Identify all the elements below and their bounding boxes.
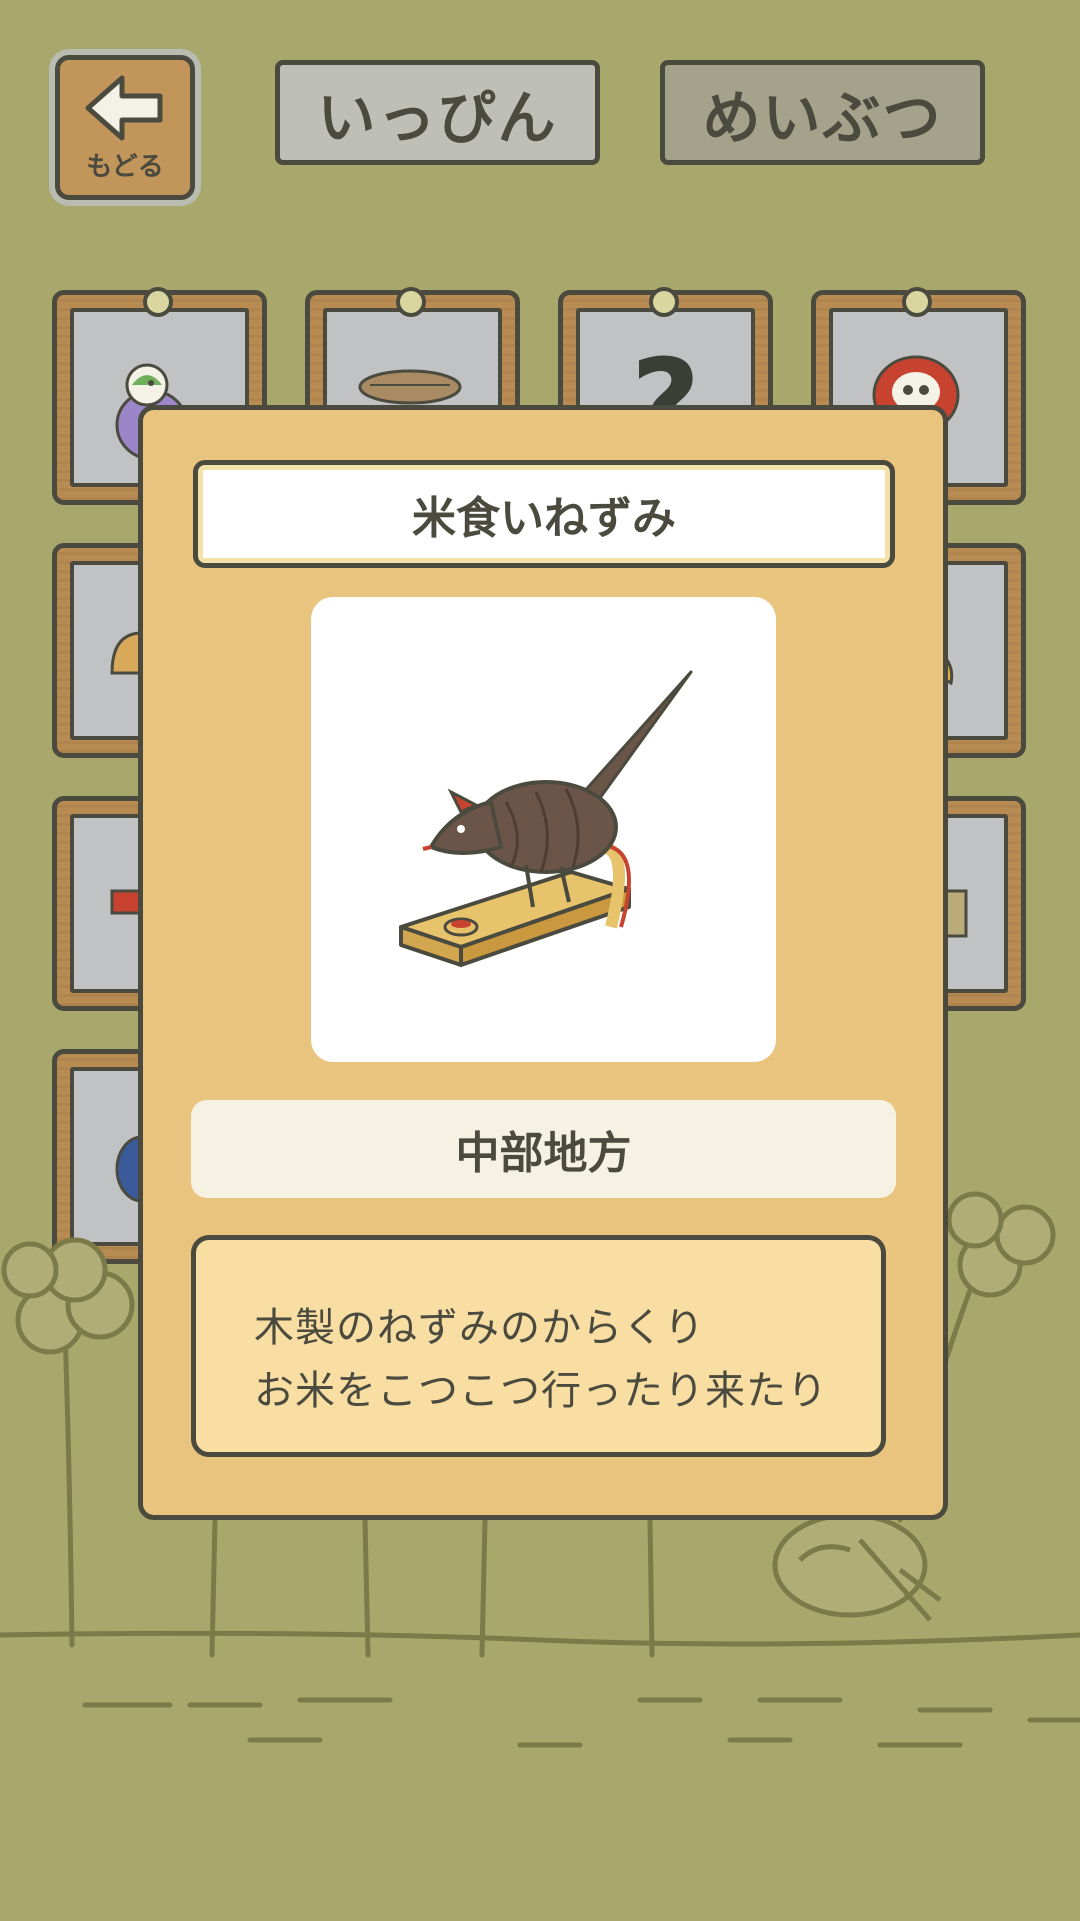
description-line-1: 木製のねずみのからくり [254,1305,705,1351]
item-image-panel [311,597,776,1062]
description-line-2: お米をこつこつ行ったり来たり [254,1368,828,1414]
back-button[interactable]: もどる [55,55,195,200]
rice-eating-mouse-icon [399,670,693,967]
tab-items[interactable]: いっぴん [275,60,600,165]
straw-sandals-icon [358,369,462,405]
tab-specialties[interactable]: めいぶつ [660,60,985,165]
item-title: 米食いねずみ [193,460,895,568]
item-region: 中部地方 [191,1100,896,1198]
back-label: もどる [86,152,164,182]
back-arrow-icon [85,75,163,141]
item-description: 木製のねずみのからくり お米をこつこつ行ったり来たり [191,1235,886,1457]
item-detail-dialog: 米食いねずみ 中部地方 木製のねずみのからくり お米をこつこつ行ったり来たり [138,405,948,1520]
